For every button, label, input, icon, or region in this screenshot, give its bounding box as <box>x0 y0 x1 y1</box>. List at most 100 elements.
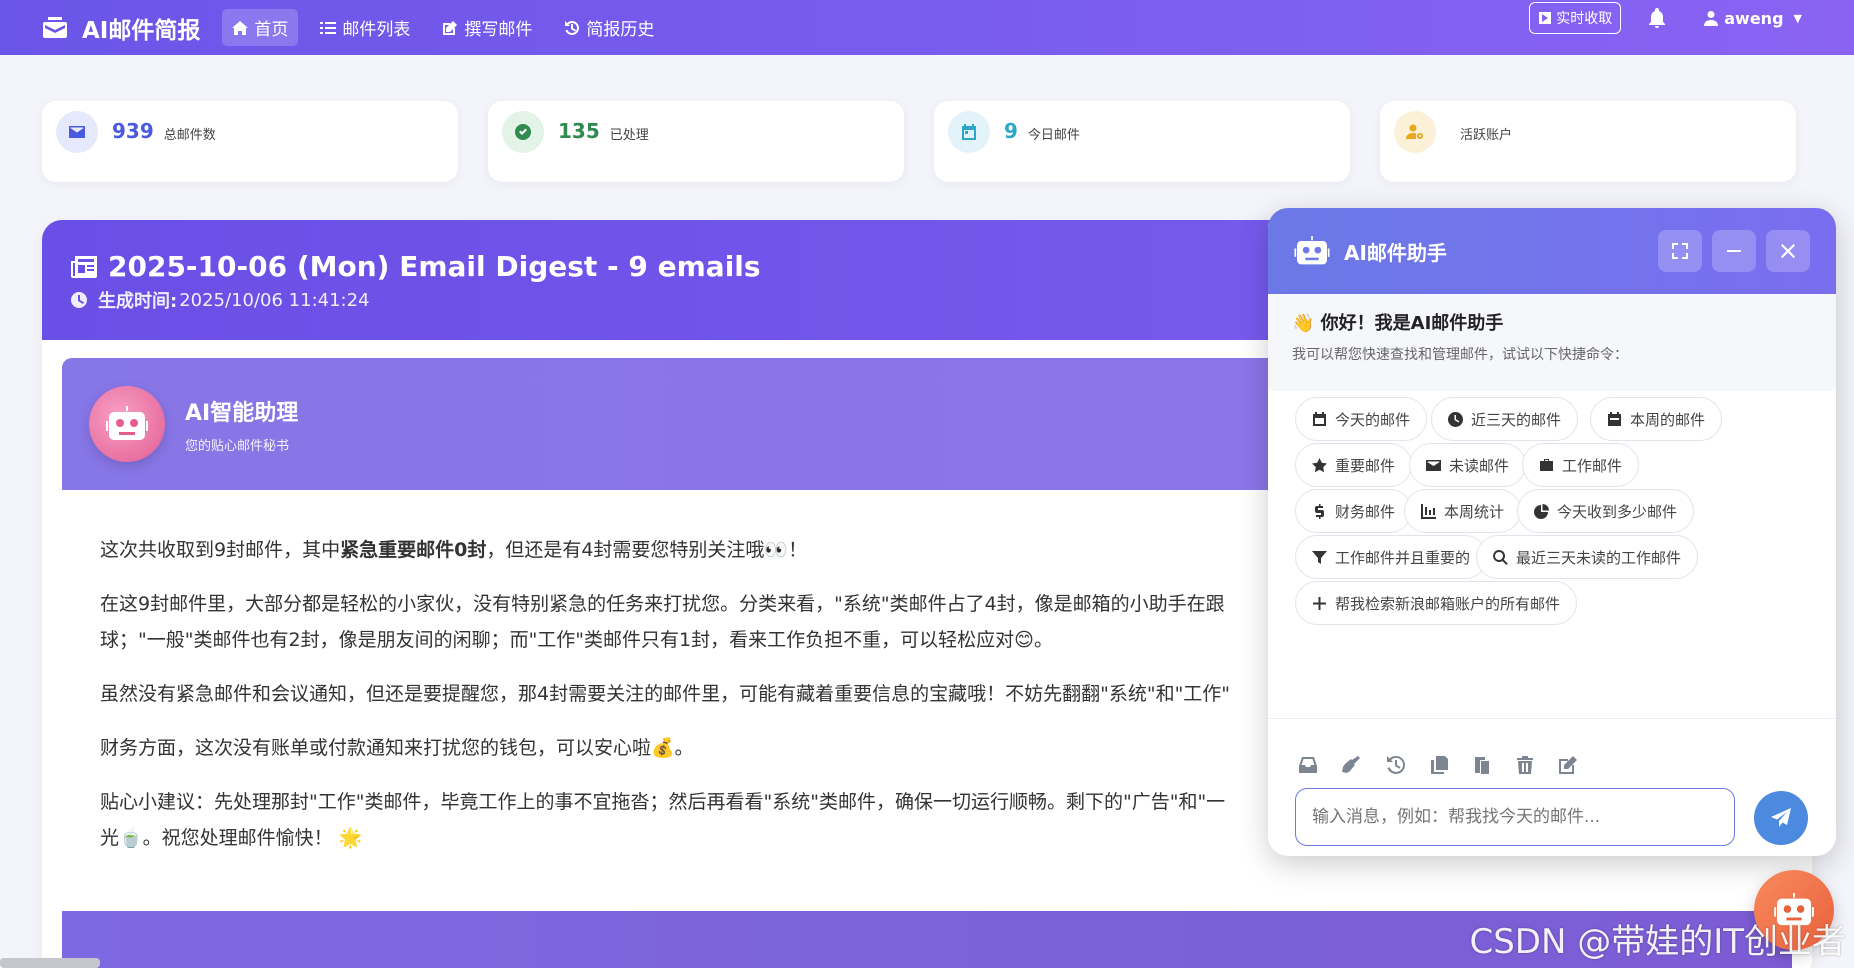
stat-processed-value: 135 <box>558 119 600 143</box>
chat-message-input[interactable] <box>1295 788 1735 846</box>
top-navbar: AI邮件简报 首页 邮件列表 撰写邮件 简报历史 实时收取 aweng ▼ <box>0 0 1854 55</box>
chip-last-3-days[interactable]: 近三天的邮件 <box>1431 397 1579 441</box>
stat-active-label: 活跃账户 <box>1460 128 1513 143</box>
send-button[interactable] <box>1754 791 1808 845</box>
watermark: CSDN @带娃的IT创业者 <box>1469 922 1846 962</box>
chat-header: AI邮件助手 <box>1268 208 1836 294</box>
nav-history-label: 简报历史 <box>586 20 655 40</box>
copy-tool[interactable] <box>1429 755 1449 775</box>
edit-icon <box>443 20 458 35</box>
mail-bulk-icon <box>43 16 67 38</box>
close-icon <box>1781 244 1795 258</box>
chip-important[interactable]: 重要邮件 <box>1295 443 1413 487</box>
edit-tool[interactable] <box>1558 755 1578 775</box>
quick-commands: 今天的邮件 近三天的邮件 本周的邮件 重要邮件 未读邮件 工作邮件 财务邮件 本… <box>1268 391 1836 728</box>
nav-email-list-label: 邮件列表 <box>342 20 411 40</box>
expand-icon <box>1672 243 1688 259</box>
greeting-title: 👋 你好！我是AI邮件助手 <box>1292 313 1504 334</box>
horizontal-scrollbar[interactable] <box>0 958 100 968</box>
chip-unread[interactable]: 未读邮件 <box>1409 443 1527 487</box>
pie-icon <box>1534 503 1549 519</box>
newspaper-icon <box>71 255 97 278</box>
assistant-subtitle: 您的贴心邮件秘书 <box>185 438 290 454</box>
nav-compose-label: 撰写邮件 <box>464 20 533 40</box>
check-circle-icon <box>502 111 544 153</box>
chip-unread-work-3-days[interactable]: 最近三天未读的工作邮件 <box>1476 535 1699 579</box>
username: aweng <box>1724 8 1784 28</box>
paste-tool[interactable] <box>1472 755 1492 775</box>
realtime-fetch-label: 实时收取 <box>1556 11 1613 27</box>
ai-chat-widget: AI邮件助手 👋 你好！我是AI邮件助手 我可以帮您快速查找和管理邮件，试试以下… <box>1268 208 1836 856</box>
broom-icon <box>1342 756 1360 773</box>
briefcase-icon <box>1540 458 1553 471</box>
dollar-icon <box>1315 503 1324 519</box>
nav-history[interactable]: 简报历史 <box>554 9 664 46</box>
stat-today-value: 9 <box>1004 119 1018 143</box>
generated-label: 生成时间: <box>98 291 178 312</box>
chip-this-week[interactable]: 本周的邮件 <box>1590 397 1723 441</box>
nav-compose[interactable]: 撰写邮件 <box>432 9 542 46</box>
stat-card-today: 9 今日邮件 <box>934 101 1350 182</box>
clock-icon <box>71 292 87 308</box>
digest-title: 2025-10-06 (Mon) Email Digest - 9 emails <box>108 250 761 283</box>
calendar-week-icon <box>1608 411 1621 426</box>
chip-weekly-stats[interactable]: 本周统计 <box>1404 489 1522 533</box>
copy-icon <box>1431 756 1448 774</box>
chevron-down-icon: ▼ <box>1793 11 1802 25</box>
chip-work[interactable]: 工作邮件 <box>1522 443 1640 487</box>
bell-icon[interactable] <box>1645 6 1669 30</box>
minus-icon <box>1727 250 1741 252</box>
minimize-button[interactable] <box>1712 230 1756 272</box>
nav-home[interactable]: 首页 <box>222 9 299 46</box>
edit-icon <box>1559 756 1577 774</box>
clean-tool[interactable] <box>1341 755 1361 775</box>
stat-total-value: 939 <box>112 119 154 143</box>
user-cog-icon <box>1394 111 1436 153</box>
assistant-name: AI智能助理 <box>185 400 299 426</box>
list-icon <box>320 21 337 34</box>
stat-card-processed: 135 已处理 <box>488 101 904 182</box>
chip-finance[interactable]: 财务邮件 <box>1295 489 1413 533</box>
history-tool[interactable] <box>1386 755 1406 775</box>
plus-icon <box>1313 596 1326 610</box>
clock-icon <box>1448 411 1463 427</box>
brand-title: AI邮件简报 <box>82 17 201 44</box>
delete-tool[interactable] <box>1515 755 1535 775</box>
chat-toolbar <box>1268 718 1836 856</box>
filter-icon <box>1312 550 1327 564</box>
realtime-fetch-button[interactable]: 实时收取 <box>1529 2 1622 34</box>
user-icon <box>1704 11 1719 26</box>
chat-title: AI邮件助手 <box>1344 240 1447 265</box>
inbox-tool[interactable] <box>1298 755 1318 775</box>
play-icon <box>1539 12 1552 24</box>
close-button[interactable] <box>1766 230 1810 272</box>
robot-icon <box>1294 236 1330 265</box>
chip-today-emails[interactable]: 今天的邮件 <box>1295 397 1428 441</box>
stat-today-label: 今日邮件 <box>1027 128 1080 143</box>
nav-email-list[interactable]: 邮件列表 <box>310 9 420 46</box>
calendar-icon <box>1313 411 1326 426</box>
home-icon <box>232 20 249 35</box>
history-icon <box>1387 755 1405 774</box>
chat-greeting: 👋 你好！我是AI邮件助手 我可以帮您快速查找和管理邮件，试试以下快捷命令： <box>1268 294 1836 391</box>
brand[interactable]: AI邮件简报 <box>42 11 200 45</box>
user-menu[interactable]: aweng ▼ <box>1703 9 1802 28</box>
expand-button[interactable] <box>1658 230 1702 272</box>
chip-work-important[interactable]: 工作邮件并且重要的 <box>1295 535 1488 579</box>
paste-icon <box>1475 757 1489 774</box>
greeting-hint: 我可以帮您快速查找和管理邮件，试试以下快捷命令： <box>1292 347 1628 363</box>
paper-plane-icon <box>1771 808 1791 827</box>
calendar-icon <box>948 111 990 153</box>
chip-count-today[interactable]: 今天收到多少邮件 <box>1517 489 1695 533</box>
chip-search-sina[interactable]: 帮我检索新浪邮箱账户的所有邮件 <box>1295 581 1578 625</box>
inbox-icon <box>1299 757 1317 773</box>
stat-card-active-accounts: 活跃账户 <box>1380 101 1796 182</box>
stat-processed-label: 已处理 <box>609 128 649 143</box>
envelope-icon <box>56 111 98 153</box>
stat-card-total: 939 总邮件数 <box>42 101 458 182</box>
search-icon <box>1493 549 1508 565</box>
nav-home-label: 首页 <box>254 20 289 40</box>
trash-icon <box>1517 756 1533 774</box>
generated-time: 2025/10/06 11:41:24 <box>179 289 370 311</box>
star-icon <box>1312 457 1327 472</box>
